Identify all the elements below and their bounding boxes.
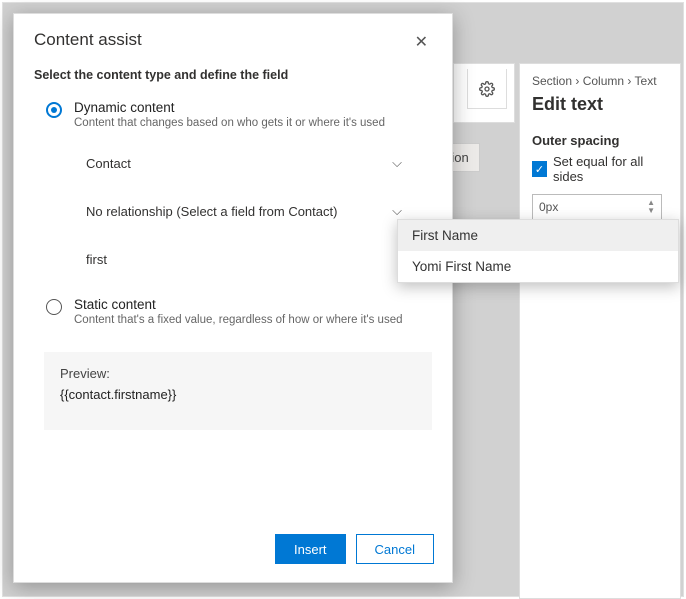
- field-autocomplete-dropdown: First Name Yomi First Name: [397, 219, 679, 283]
- field-search-input[interactable]: first: [78, 241, 410, 277]
- relationship-select[interactable]: No relationship (Select a field from Con…: [78, 193, 410, 229]
- entity-select[interactable]: Contact ⌵: [78, 145, 410, 181]
- radio-static[interactable]: [46, 299, 62, 315]
- chevron-down-icon: ⌵: [392, 155, 402, 171]
- field-search-value: first: [86, 252, 107, 267]
- breadcrumb-item[interactable]: Section: [532, 74, 572, 88]
- spacing-input[interactable]: 0px ▲▼: [532, 194, 662, 220]
- preview-box: Preview: {{contact.firstname}}: [44, 352, 432, 430]
- stepper-icon[interactable]: ▲▼: [647, 199, 655, 215]
- settings-button[interactable]: [467, 69, 507, 109]
- radio-dynamic[interactable]: [46, 102, 62, 118]
- properties-panel: Section › Column › Text Edit text Outer …: [519, 63, 681, 599]
- set-equal-checkbox-row[interactable]: ✓ Set equal for all sides: [532, 154, 668, 184]
- static-content-desc: Content that's a fixed value, regardless…: [74, 314, 403, 326]
- static-content-option[interactable]: Static content Content that's a fixed va…: [14, 283, 452, 336]
- static-content-title: Static content: [74, 297, 403, 312]
- preview-label: Preview:: [60, 366, 416, 381]
- close-icon[interactable]: ✕: [411, 30, 432, 54]
- dynamic-content-option[interactable]: Dynamic content Content that changes bas…: [14, 96, 452, 139]
- dialog-subtitle: Select the content type and define the f…: [14, 58, 452, 96]
- breadcrumb-item[interactable]: Column: [583, 74, 624, 88]
- dialog-title: Content assist: [34, 30, 142, 50]
- panel-title: Edit text: [532, 94, 668, 115]
- insert-button[interactable]: Insert: [275, 534, 346, 564]
- spacing-value: 0px: [539, 200, 558, 214]
- breadcrumb: Section › Column › Text: [532, 74, 668, 88]
- autocomplete-item[interactable]: Yomi First Name: [398, 251, 678, 282]
- content-assist-dialog: Content assist ✕ Select the content type…: [13, 13, 453, 583]
- autocomplete-item[interactable]: First Name: [398, 220, 678, 251]
- breadcrumb-item[interactable]: Text: [635, 74, 657, 88]
- dynamic-content-title: Dynamic content: [74, 100, 385, 115]
- outer-spacing-heading: Outer spacing: [532, 133, 668, 148]
- checkbox-label: Set equal for all sides: [553, 154, 668, 184]
- entity-select-value: Contact: [86, 156, 131, 171]
- chevron-down-icon: ⌵: [392, 203, 402, 219]
- cancel-button[interactable]: Cancel: [356, 534, 434, 564]
- relationship-select-value: No relationship (Select a field from Con…: [86, 204, 337, 219]
- preview-value: {{contact.firstname}}: [60, 387, 416, 402]
- dynamic-content-desc: Content that changes based on who gets i…: [74, 117, 385, 129]
- check-icon: ✓: [532, 161, 547, 177]
- app-frame: zation Section › Column › Text Edit text…: [2, 2, 684, 597]
